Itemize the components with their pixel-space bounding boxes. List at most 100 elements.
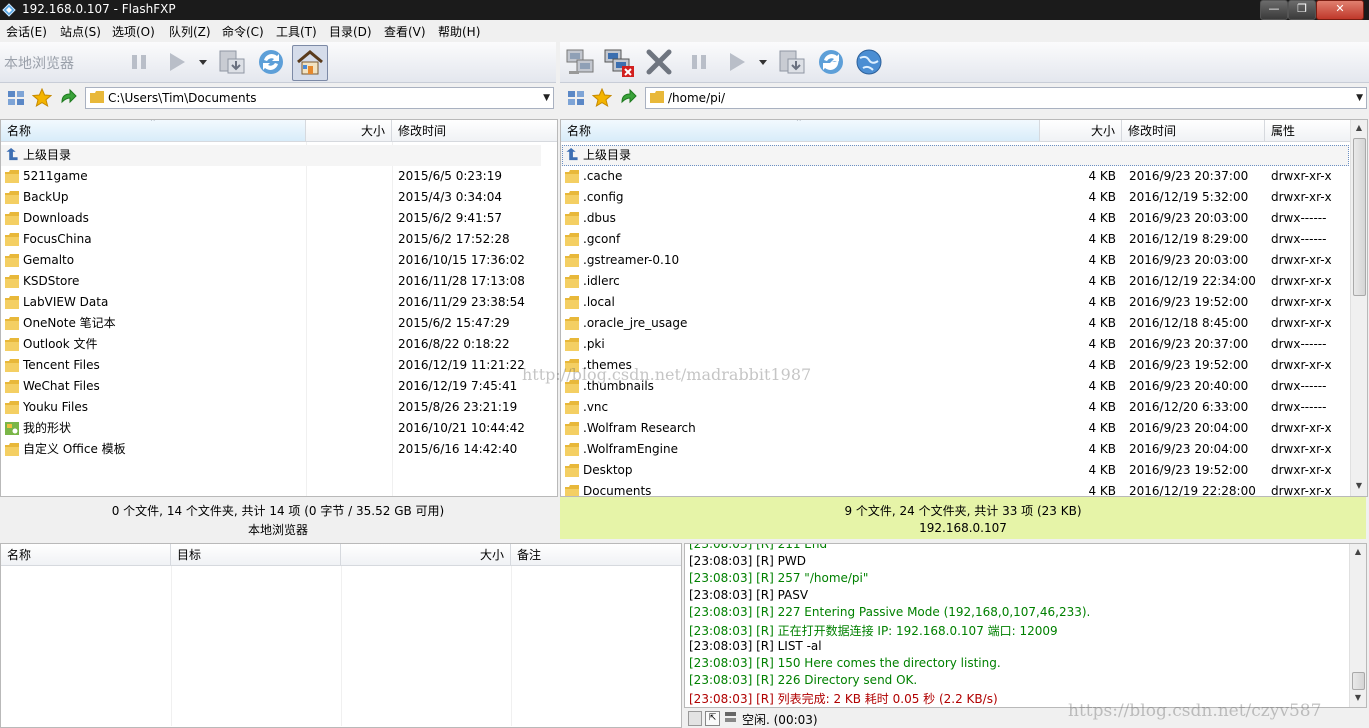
chevron-down-icon[interactable]: ▼ [1356,93,1363,103]
table-row[interactable]: Gemalto 2016/10/15 17:36:02 [1,250,541,271]
parent-dir-arrow-icon[interactable] [618,88,638,108]
remote-status-host: 192.168.0.107 [919,521,1007,535]
resize-icon[interactable]: ⇱ [705,711,720,726]
local-path-input[interactable]: C:\Users\Tim\Documents ▼ [85,87,554,109]
table-row[interactable]: .vnc 4 KB 2016/12/20 6:33:00 drwx------ [561,397,1349,418]
log-vertical-scrollbar[interactable]: ▲ ▼ [1349,544,1366,707]
table-row[interactable]: .Wolfram Research 4 KB 2016/9/23 20:04:00 d… [561,418,1349,439]
table-row[interactable]: Downloads 2015/6/2 9:41:57 [1,208,541,229]
remote-refresh-compare-button[interactable] [774,45,808,79]
table-row[interactable]: .oracle_jre_usage 4 KB 2016/12/18 8:45:00 d… [561,313,1349,334]
remote-transfer-button[interactable] [720,45,754,79]
refresh-button[interactable] [254,45,288,79]
scroll-down-arrow-icon[interactable]: ▼ [1350,690,1366,706]
file-modified: 2016/12/19 22:28:00 [1129,484,1256,497]
table-row[interactable]: OneNote 笔记本 2015/6/2 15:47:29 [1,313,541,334]
remote-vertical-scrollbar[interactable]: ▲ ▼ [1350,120,1367,496]
table-row[interactable]: .gstreamer-0.10 4 KB 2016/9/23 20:03:00 drw… [561,250,1349,271]
scroll-up-arrow-icon[interactable]: ▲ [1350,544,1366,560]
table-row[interactable]: 5211game 2015/6/5 0:23:19 [1,166,541,187]
table-row[interactable]: LabVIEW Data 2016/11/29 23:38:54 [1,292,541,313]
menu-sites[interactable]: 站点(S) [60,23,101,40]
menu-options[interactable]: 选项(O) [112,23,155,40]
table-row[interactable]: WeChat Files 2016/12/19 7:45:41 [1,376,541,397]
remote-root-button[interactable] [852,45,886,79]
parent-dir-arrow-icon[interactable] [58,88,78,108]
table-row[interactable]: Tencent Files 2016/12/19 11:21:22 [1,355,541,376]
table-row[interactable]: .dbus 4 KB 2016/9/23 20:03:00 drwx------ [561,208,1349,229]
remote-header-size[interactable]: 大小 [1040,120,1122,142]
folder-icon [565,296,579,309]
queue-header-size[interactable]: 大小 [341,544,511,566]
scrollbar-thumb[interactable] [1352,672,1365,690]
remote-header-attr[interactable]: 属性 [1265,120,1351,142]
remote-header-name[interactable]: 名称 ⌃ [561,120,1040,142]
scrollbar-thumb[interactable] [1353,138,1366,296]
table-row[interactable]: Documents 4 KB 2016/12/19 22:28:00 drwxr-xr… [561,481,1349,497]
local-status-label: 本地浏览器 [247,523,308,537]
table-row[interactable]: Desktop 4 KB 2016/9/23 19:52:00 drwxr-xr-x [561,460,1349,481]
favorites-star-icon[interactable] [592,88,612,108]
menu-commands[interactable]: 命令(C) [222,23,264,40]
close-icon: ✕ [1335,2,1345,15]
table-row[interactable]: FocusChina 2015/6/2 17:52:28 [1,229,541,250]
queue-header-target[interactable]: 目标 [171,544,341,566]
queue-header-note[interactable]: 备注 [511,544,681,566]
queue-header-name[interactable]: 名称 [1,544,171,566]
table-row[interactable]: .WolframEngine 4 KB 2016/9/23 20:04:00 drwx… [561,439,1349,460]
remote-header-modified[interactable]: 修改时间 [1122,120,1265,142]
table-row[interactable]: .gconf 4 KB 2016/12/19 8:29:00 drwx------ [561,229,1349,250]
table-row[interactable]: .idlerc 4 KB 2016/12/19 22:34:00 drwxr-xr-x [561,271,1349,292]
connect-button[interactable] [564,45,598,79]
remote-transfer-dropdown[interactable] [756,45,770,79]
table-row[interactable]: .cache 4 KB 2016/9/23 20:37:00 drwxr-xr-x [561,166,1349,187]
site-manager-icon[interactable] [566,88,586,108]
scroll-up-arrow-icon[interactable]: ▲ [1351,120,1367,136]
remote-pause-button[interactable] [682,45,716,79]
file-name: OneNote 笔记本 [23,316,116,330]
menu-directory[interactable]: 目录(D) [329,23,372,40]
table-row[interactable]: .local 4 KB 2016/9/23 19:52:00 drwxr-xr-x [561,292,1349,313]
menu-view[interactable]: 查看(V) [384,23,426,40]
table-row[interactable]: KSDStore 2016/11/28 17:13:08 [1,271,541,292]
file-modified: 2016/9/23 19:52:00 [1129,358,1249,372]
pause-button[interactable] [122,45,156,79]
transfer-button[interactable] [160,45,194,79]
close-button[interactable]: ✕ [1316,0,1364,20]
scroll-down-arrow-icon[interactable]: ▼ [1351,478,1367,494]
refresh-compare-button[interactable] [214,45,248,79]
home-button[interactable] [292,45,328,81]
menu-queue[interactable]: 队列(Z) [169,23,211,40]
maximize-button[interactable]: ❐ [1288,0,1316,20]
remote-path-input[interactable]: /home/pi/ ▼ [645,87,1367,109]
site-manager-icon[interactable] [6,88,26,108]
remote-refresh-button[interactable] [814,45,848,79]
table-row[interactable]: 我的形状 2016/10/21 10:44:42 [1,418,541,439]
table-row[interactable]: .pki 4 KB 2016/9/23 20:37:00 drwx------ [561,334,1349,355]
transfer-queue[interactable]: 名称 目标 大小 备注 [0,543,682,728]
local-header-modified[interactable]: 修改时间 [392,120,557,142]
remote-file-list[interactable]: 名称 ⌃ 大小 修改时间 属性 上级目录 .cache 4 KB 2016/9/23… [560,119,1368,497]
favorites-star-icon[interactable] [32,88,52,108]
local-header-name[interactable]: 名称 ⌃ [1,120,306,142]
table-row[interactable]: 自定义 Office 模板 2015/6/16 14:42:40 [1,439,541,460]
log-line: [23:08:03] [R] PASV [689,588,809,602]
local-browser-button[interactable]: 本地浏览器 [4,53,114,73]
chevron-down-icon[interactable]: ▼ [543,93,550,103]
session-log[interactable]: [23:08:03] [R] 211 End [23:08:03] [R] PWD… [684,543,1367,708]
local-header-size[interactable]: 大小 [306,120,392,142]
table-row[interactable]: Youku Files 2015/8/26 23:21:19 [1,397,541,418]
menu-help[interactable]: 帮助(H) [438,23,480,40]
table-row[interactable]: Outlook 文件 2016/8/22 0:18:22 [1,334,541,355]
abort-button[interactable] [642,45,676,79]
home-icon [297,50,323,75]
local-file-list[interactable]: 名称 ⌃ 大小 修改时间 上级目录 5211game 2015/6/5 0:23:… [0,119,558,497]
menu-session[interactable]: 会话(E) [6,23,47,40]
disconnect-button[interactable] [602,45,636,79]
transfer-dropdown[interactable] [196,45,210,79]
table-row[interactable]: .config 4 KB 2016/12/19 5:32:00 drwxr-xr-x [561,187,1349,208]
menu-tools[interactable]: 工具(T) [276,23,317,40]
local-parent-dir-row[interactable]: 上级目录 [1,145,541,166]
table-row[interactable]: BackUp 2015/4/3 0:34:04 [1,187,541,208]
minimize-button[interactable]: — [1260,0,1288,20]
